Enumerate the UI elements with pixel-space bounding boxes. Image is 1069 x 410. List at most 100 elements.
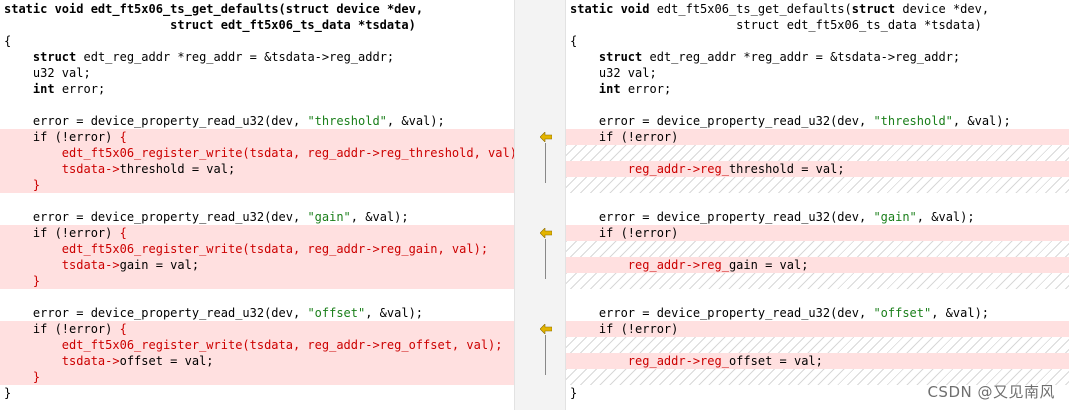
code-token: u32 val; (570, 66, 657, 80)
code-token: "offset" (307, 306, 366, 320)
code-line: { (0, 33, 514, 49)
code-token: if (!error) (4, 226, 120, 240)
code-token: , &val); (916, 210, 975, 224)
code-token: , &val); (952, 114, 1011, 128)
code-token: edt_ft5x06_register_write(tsdata, reg_ad… (4, 242, 489, 256)
code-line: reg_addr->reg_gain = val; (566, 257, 1069, 273)
change-bracket (545, 335, 546, 375)
code-token: edt_reg_addr *reg_addr = &tsdata->reg_ad… (76, 50, 395, 64)
code-line: error = device_property_read_u32(dev, "t… (0, 113, 514, 129)
code-line: struct edt_ft5x06_ts_data *tsdata) (0, 17, 514, 33)
code-token: threshold = val; (119, 162, 236, 176)
code-token: edt_reg_addr *reg_addr = &tsdata->reg_ad… (642, 50, 961, 64)
code-line: if (!error) (566, 225, 1069, 241)
code-line: edt_ft5x06_register_write(tsdata, reg_ad… (0, 241, 514, 257)
code-token: edt_ft5x06_register_write(tsdata, reg_ad… (4, 338, 503, 352)
code-token: edt_ft5x06_ts_get_defaults( (83, 2, 286, 16)
code-token: "threshold" (873, 114, 953, 128)
code-token: struct edt_ft5x06_ts_data *tsdata) (570, 18, 982, 32)
code-token: error; (54, 82, 106, 96)
code-line: } (0, 177, 514, 193)
change-bracket (545, 143, 546, 183)
code-token: "threshold" (307, 114, 387, 128)
code-line (566, 241, 1069, 257)
code-line: tsdata->gain = val; (0, 257, 514, 273)
code-line (566, 177, 1069, 193)
code-token: error = device_property_read_u32(dev, (570, 306, 874, 320)
code-line: error = device_property_read_u32(dev, "o… (566, 305, 1069, 321)
change-bracket (545, 239, 546, 279)
code-token: , &val); (350, 210, 409, 224)
code-token: struct edt_ft5x06_ts_data *tsdata) (4, 18, 416, 32)
right-diff-pane[interactable]: static void edt_ft5x06_ts_get_defaults(s… (566, 0, 1069, 410)
code-token: } (32, 274, 41, 288)
code-token: reg_addr->reg_ (627, 162, 729, 176)
code-line (566, 145, 1069, 161)
code-token: { (119, 130, 127, 144)
code-line: u32 val; (0, 65, 514, 81)
code-token: struct (598, 50, 643, 64)
left-diff-pane[interactable]: static void edt_ft5x06_ts_get_defaults(s… (0, 0, 514, 410)
code-token: "gain" (873, 210, 917, 224)
code-line: reg_addr->reg_offset = val; (566, 353, 1069, 369)
watermark: CSDN @又见南风 (927, 383, 1055, 401)
code-token: error = device_property_read_u32(dev, (4, 114, 308, 128)
code-line: } (0, 385, 514, 401)
code-token: { (119, 226, 127, 240)
code-line: static void edt_ft5x06_ts_get_defaults(s… (0, 1, 514, 17)
code-token: error = device_property_read_u32(dev, (570, 210, 874, 224)
code-token: , &val); (931, 306, 990, 320)
code-line: static void edt_ft5x06_ts_get_defaults(s… (566, 1, 1069, 17)
code-line: int error; (0, 81, 514, 97)
code-token: if (!error) (4, 130, 120, 144)
arrow-left-icon[interactable] (540, 228, 552, 238)
code-token: int (32, 82, 55, 96)
arrow-left-icon[interactable] (540, 132, 552, 142)
code-token: if (!error) (4, 322, 120, 336)
code-token: } (32, 178, 41, 192)
code-token: int (598, 82, 621, 96)
code-line: edt_ft5x06_register_write(tsdata, reg_ad… (0, 337, 514, 353)
code-token: tsdata-> (61, 162, 120, 176)
code-token: { (119, 322, 127, 336)
code-token: , &val); (365, 306, 424, 320)
code-token: struct (851, 2, 896, 16)
code-token: gain = val; (728, 258, 809, 272)
code-line (566, 273, 1069, 289)
code-token: error = device_property_read_u32(dev, (570, 114, 874, 128)
code-token: "offset" (873, 306, 932, 320)
code-token: error = device_property_read_u32(dev, (4, 306, 308, 320)
code-line: struct edt_reg_addr *reg_addr = &tsdata-… (0, 49, 514, 65)
code-token: reg_addr->reg_ (627, 258, 729, 272)
code-token: "gain" (307, 210, 351, 224)
code-token: static void (570, 2, 650, 16)
code-line: if (!error) { (0, 129, 514, 145)
code-token: device *dev, (895, 2, 990, 16)
arrow-left-icon[interactable] (540, 324, 552, 334)
code-line: edt_ft5x06_register_write(tsdata, reg_ad… (0, 145, 514, 161)
code-line: if (!error) { (0, 321, 514, 337)
code-token: edt_ft5x06_ts_get_defaults( (649, 2, 852, 16)
code-token: struct (285, 2, 330, 16)
code-line: error = device_property_read_u32(dev, "o… (0, 305, 514, 321)
code-line: if (!error) { (0, 225, 514, 241)
code-token: device *dev, (329, 2, 424, 16)
code-token: if (!error) (570, 226, 679, 240)
code-line: error = device_property_read_u32(dev, "t… (566, 113, 1069, 129)
code-line: } (0, 273, 514, 289)
